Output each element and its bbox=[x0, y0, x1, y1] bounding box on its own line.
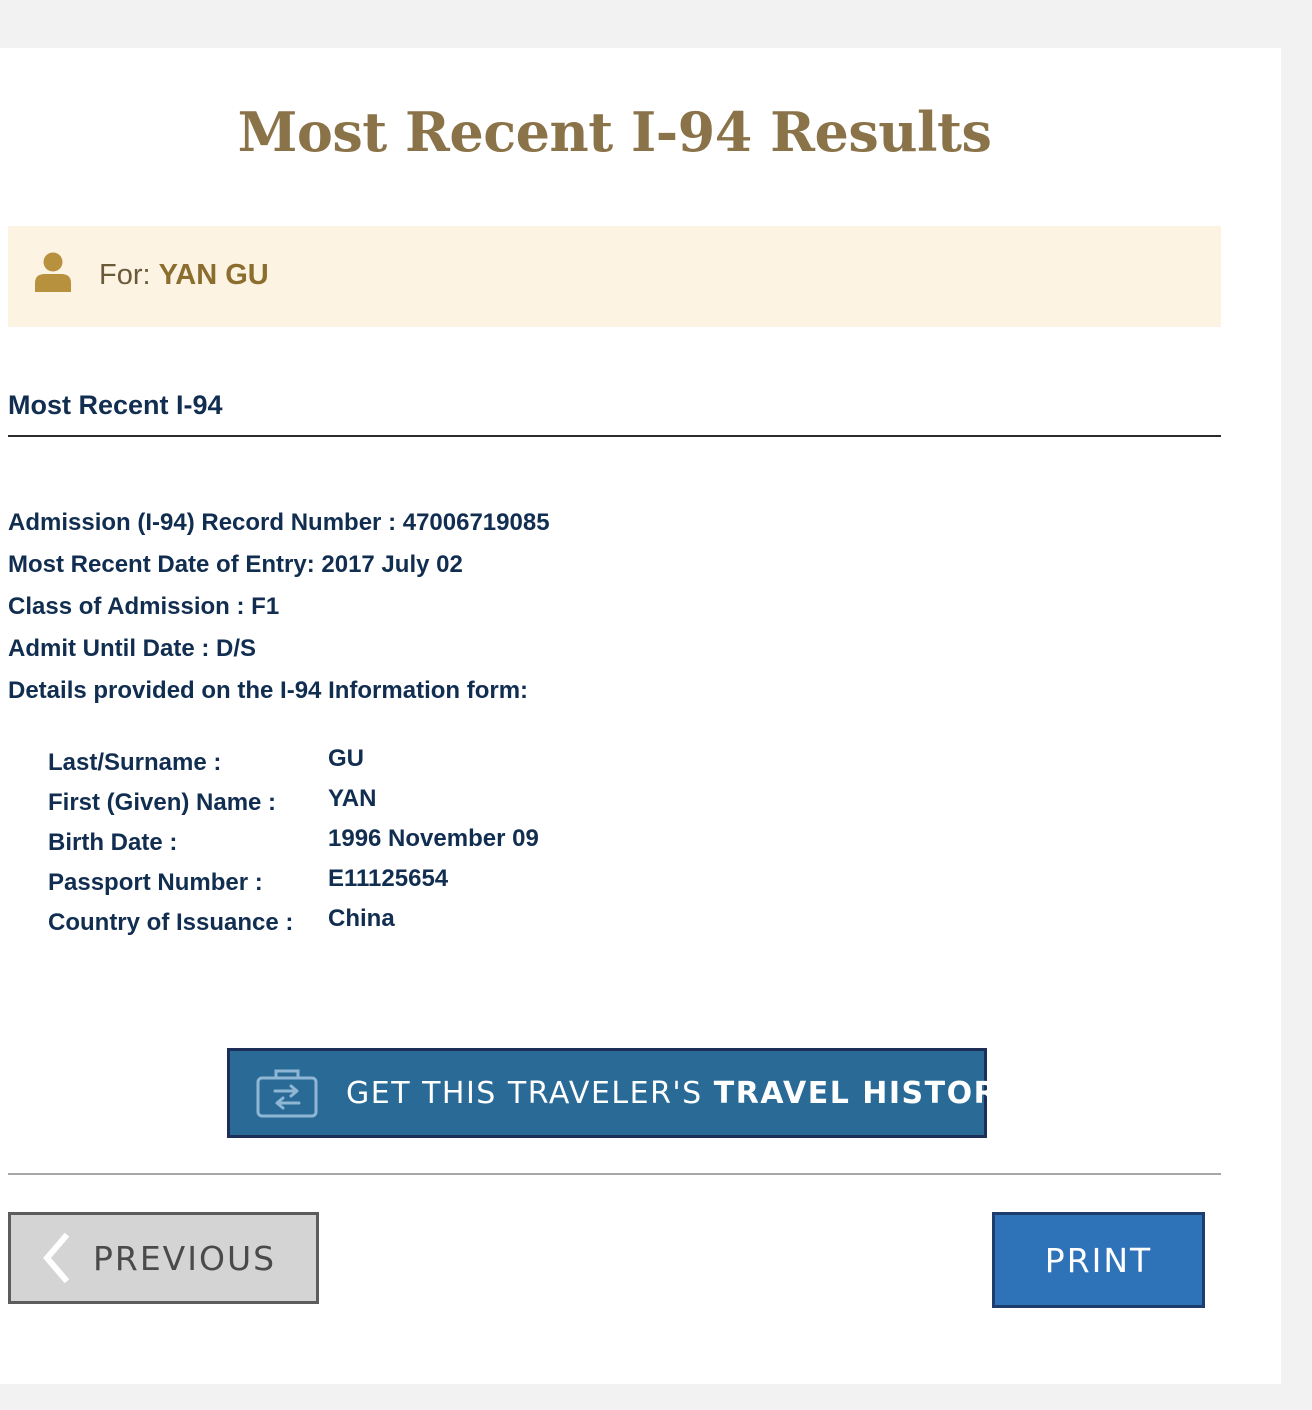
details-intro-line: Details provided on the I-94 Information… bbox=[8, 677, 529, 704]
record-number-line: Admission (I-94) Record Number : 4700671… bbox=[8, 509, 550, 536]
for-label: For: bbox=[99, 259, 151, 291]
detail-label: Birth Date : bbox=[48, 829, 178, 856]
traveler-name-line: For: YAN GU bbox=[99, 259, 269, 292]
detail-value: China bbox=[328, 905, 395, 932]
travel-history-label: GET THIS TRAVELER'S TRAVEL HISTORY bbox=[346, 1076, 1020, 1111]
detail-value: E11125654 bbox=[328, 865, 449, 892]
print-label: PRINT bbox=[1044, 1241, 1153, 1280]
footer-divider bbox=[8, 1173, 1221, 1175]
section-divider bbox=[8, 435, 1221, 437]
class-of-admission-line: Class of Admission : F1 bbox=[8, 593, 280, 620]
detail-label: First (Given) Name : bbox=[48, 789, 277, 816]
traveler-name: YAN GU bbox=[158, 259, 269, 291]
detail-value: GU bbox=[328, 745, 364, 772]
travel-history-button[interactable]: GET THIS TRAVELER'S TRAVEL HISTORY bbox=[227, 1048, 1018, 1138]
detail-label: Last/Surname : bbox=[48, 749, 222, 776]
chevron-left-icon bbox=[43, 1233, 70, 1283]
print-button[interactable]: PRINT bbox=[992, 1212, 1205, 1308]
travel-history-label-strong: TRAVEL HISTORY bbox=[713, 1076, 1020, 1111]
detail-value: 1996 November 09 bbox=[328, 825, 539, 852]
detail-label: Country of Issuance : bbox=[48, 909, 294, 936]
travel-suitcase-icon bbox=[256, 1069, 318, 1118]
page-title: Most Recent I-94 Results bbox=[237, 100, 992, 164]
travel-history-label-prefix: GET THIS TRAVELER'S bbox=[346, 1076, 703, 1111]
admit-until-line: Admit Until Date : D/S bbox=[8, 635, 257, 662]
record-summary: Admission (I-94) Record Number : 4700671… bbox=[8, 502, 550, 712]
previous-button[interactable]: PREVIOUS bbox=[8, 1212, 319, 1304]
detail-label: Passport Number : bbox=[48, 869, 263, 896]
previous-label: PREVIOUS bbox=[93, 1239, 277, 1278]
date-of-entry-line: Most Recent Date of Entry: 2017 July 02 bbox=[8, 551, 463, 578]
section-heading: Most Recent I-94 bbox=[8, 390, 223, 420]
person-icon bbox=[35, 252, 71, 292]
detail-value: YAN bbox=[328, 785, 377, 812]
